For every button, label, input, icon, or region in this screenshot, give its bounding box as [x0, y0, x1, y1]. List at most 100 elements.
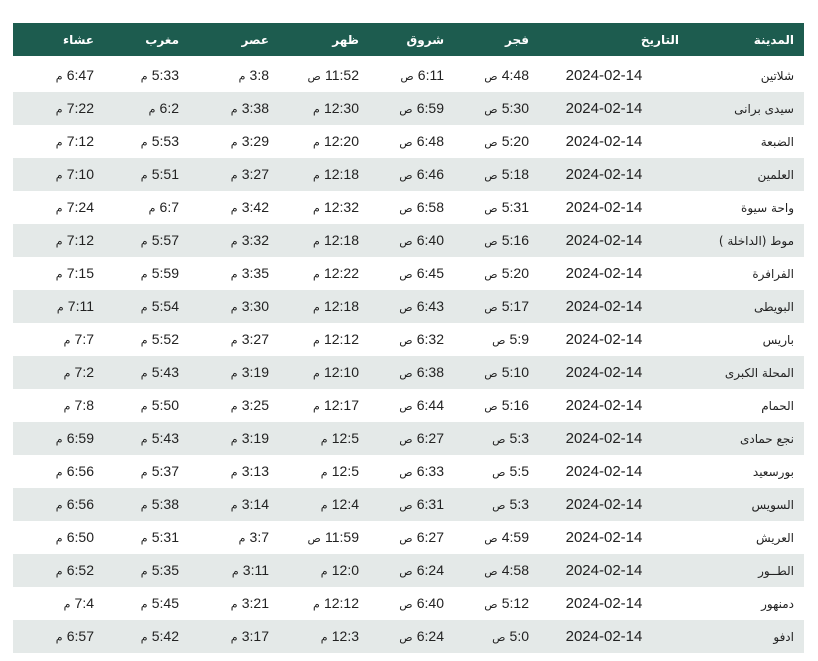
maghrib-period-label: م: [140, 400, 148, 413]
isha-time-cell: 7:4 م: [13, 587, 104, 620]
shuruq-period-label: ص: [399, 499, 413, 512]
asr-time-cell: 3:27 م: [189, 158, 279, 191]
city-cell: ادفو: [773, 629, 794, 644]
isha-time-cell: 6:50 م: [13, 521, 104, 554]
shuruq-time-cell: 6:31 ص: [369, 488, 454, 521]
dhuhr-period-label: م: [313, 103, 320, 116]
city-cell: الطــور: [758, 563, 794, 578]
asr-time-cell: 3:14 م: [189, 488, 279, 521]
maghrib-period-label: م: [140, 565, 148, 578]
isha-period-label: م: [63, 598, 71, 611]
dhuhr-time-value: 12:12: [323, 595, 359, 611]
fajr-period-label: ص: [484, 103, 498, 116]
asr-period-label: م: [230, 169, 238, 182]
asr-time-cell: 3:35 م: [189, 257, 279, 290]
maghrib-time-value: 5:57: [151, 232, 179, 248]
fajr-time-value: 5:9: [509, 331, 529, 347]
dhuhr-period-label: ص: [307, 532, 321, 545]
date-cell: 2024-02-14: [565, 166, 643, 183]
asr-time-cell: 3:27 م: [189, 323, 279, 356]
date-cell: 2024-02-14: [565, 265, 643, 282]
maghrib-period-label: م: [140, 433, 148, 446]
dhuhr-time-cell: 12:3 م: [279, 620, 369, 653]
maghrib-period-label: م: [140, 466, 148, 479]
table-row: دمنهور 2024-02-14 5:12 ص 6:40 ص 12:12 م 3:21 …: [13, 587, 804, 620]
date-cell: 2024-02-14: [565, 232, 643, 249]
shuruq-time-value: 6:24: [416, 628, 444, 644]
asr-period-label: م: [230, 433, 238, 446]
date-cell: 2024-02-14: [565, 133, 643, 150]
date-cell: 2024-02-14: [565, 529, 643, 546]
isha-time-cell: 7:22 م: [13, 92, 104, 125]
shuruq-time-cell: 6:40 ص: [369, 224, 454, 257]
table-row: موط (الداخلة ) 2024-02-14 5:16 ص 6:40 ص 12:1…: [13, 224, 804, 257]
city-cell: بورسعيد: [752, 464, 794, 479]
asr-time-value: 3:17: [241, 628, 269, 644]
isha-time-cell: 6:57 م: [13, 620, 104, 653]
shuruq-time-value: 6:40: [416, 595, 444, 611]
isha-period-label: م: [55, 70, 63, 83]
asr-period-label: م: [230, 631, 238, 644]
asr-time-value: 3:19: [241, 430, 269, 446]
maghrib-time-cell: 5:37 م: [104, 455, 189, 488]
asr-time-value: 3:29: [241, 133, 269, 149]
isha-time-cell: 7:2 م: [13, 356, 104, 389]
shuruq-period-label: ص: [400, 70, 414, 83]
isha-time-cell: 7:24 م: [13, 191, 104, 224]
shuruq-time-cell: 6:24 ص: [369, 554, 454, 587]
dhuhr-period-label: ص: [307, 70, 321, 83]
maghrib-time-cell: 5:53 م: [104, 125, 189, 158]
asr-period-label: م: [230, 301, 238, 314]
asr-time-cell: 3:17 م: [189, 620, 279, 653]
shuruq-time-cell: 6:24 ص: [369, 620, 454, 653]
shuruq-period-label: ص: [399, 631, 413, 644]
isha-time-value: 7:10: [66, 166, 94, 182]
maghrib-time-value: 5:38: [151, 496, 179, 512]
maghrib-time-value: 5:59: [151, 265, 179, 281]
isha-time-value: 6:52: [66, 562, 94, 578]
shuruq-time-value: 6:43: [416, 298, 444, 314]
fajr-time-cell: 5:12 ص: [454, 587, 539, 620]
asr-time-cell: 3:21 م: [189, 587, 279, 620]
isha-time-value: 6:56: [66, 496, 94, 512]
shuruq-time-value: 6:40: [416, 232, 444, 248]
isha-time-value: 7:24: [66, 199, 94, 215]
date-cell: 2024-02-14: [565, 67, 643, 84]
date-cell: 2024-02-14: [565, 397, 643, 414]
fajr-time-value: 5:3: [509, 430, 529, 446]
shuruq-period-label: ص: [399, 532, 413, 545]
dhuhr-time-value: 11:59: [325, 529, 359, 545]
asr-period-label: م: [230, 499, 238, 512]
maghrib-period-label: م: [148, 103, 156, 116]
asr-time-cell: 3:7 م: [189, 521, 279, 554]
dhuhr-time-value: 12:22: [323, 265, 359, 281]
maghrib-time-value: 5:31: [151, 529, 179, 545]
dhuhr-period-label: م: [313, 598, 320, 611]
fajr-period-label: ص: [492, 499, 506, 512]
date-cell: 2024-02-14: [565, 595, 643, 612]
asr-time-value: 3:8: [249, 67, 269, 83]
fajr-period-label: ص: [484, 400, 498, 413]
date-cell: 2024-02-14: [565, 100, 643, 117]
asr-period-label: م: [230, 268, 238, 281]
maghrib-time-cell: 5:33 م: [104, 59, 189, 92]
shuruq-time-value: 6:11: [417, 67, 444, 83]
isha-time-value: 7:7: [74, 331, 94, 347]
fajr-period-label: ص: [484, 70, 498, 83]
date-cell: 2024-02-14: [565, 298, 643, 315]
fajr-time-value: 5:17: [501, 298, 529, 314]
dhuhr-period-label: م: [313, 367, 320, 380]
shuruq-period-label: ص: [399, 334, 413, 347]
dhuhr-time-cell: 12:18 م: [279, 290, 369, 323]
dhuhr-period-label: م: [313, 235, 320, 248]
header-fajr: فجر: [505, 32, 529, 47]
fajr-period-label: ص: [484, 301, 498, 314]
shuruq-time-value: 6:45: [416, 265, 444, 281]
asr-time-cell: 3:13 م: [189, 455, 279, 488]
dhuhr-time-value: 12:18: [323, 298, 359, 314]
fajr-time-cell: 5:30 ص: [454, 92, 539, 125]
header-shuruq: شروق: [406, 32, 444, 47]
asr-time-value: 3:32: [241, 232, 269, 248]
maghrib-time-cell: 5:57 م: [104, 224, 189, 257]
isha-period-label: م: [63, 367, 71, 380]
